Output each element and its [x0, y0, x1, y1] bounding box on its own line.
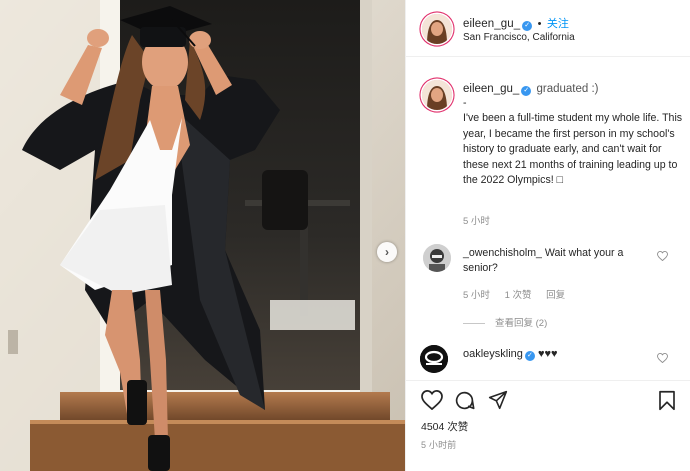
author-line: eileen_gu_ ✓ • 关注: [463, 15, 569, 31]
follow-button[interactable]: 关注: [547, 18, 569, 30]
post-header: eileen_gu_ ✓ • 关注 San Francisco, Californ…: [406, 0, 690, 57]
avatar-image: [423, 244, 451, 272]
comment-icon[interactable]: [454, 390, 475, 411]
replies-divider: [463, 322, 485, 324]
avatar-image: [422, 14, 452, 44]
comment-time: 5 小时: [463, 290, 490, 301]
comment-username[interactable]: _owenchisholm_: [463, 247, 542, 259]
caption-action: graduated :): [536, 83, 599, 95]
heart-icon[interactable]: [657, 251, 668, 261]
post-detail-panel: eileen_gu_ ✓ • 关注 San Francisco, Californ…: [405, 0, 690, 471]
comment-text: ♥♥♥: [537, 348, 558, 360]
author-username[interactable]: eileen_gu_: [463, 18, 520, 30]
author-avatar[interactable]: [422, 14, 452, 44]
oakley-logo-icon: [420, 345, 448, 373]
comment-meta: 5 小时 1 次赞 回复: [463, 287, 577, 301]
verified-badge-icon: ✓: [521, 86, 532, 96]
verified-badge-icon: ✓: [524, 351, 535, 361]
post-timestamp: 5 小时前: [421, 440, 457, 450]
comment-likes[interactable]: 1 次赞: [505, 290, 532, 301]
commenter-avatar[interactable]: [420, 345, 448, 373]
caption-avatar[interactable]: [422, 80, 452, 110]
send-icon[interactable]: [488, 390, 508, 410]
view-replies-label: 查看回复 (2): [495, 318, 548, 329]
likes-count[interactable]: 4504 次赞: [421, 419, 468, 434]
comment-username[interactable]: oakleyskling: [463, 348, 523, 360]
carousel-next-button[interactable]: ›: [377, 242, 397, 262]
verified-badge-icon: ✓: [522, 21, 533, 31]
chevron-right-icon: ›: [385, 245, 389, 259]
heart-icon[interactable]: [421, 390, 443, 410]
avatar-image: [422, 80, 452, 110]
caption-username[interactable]: eileen_gu_: [463, 83, 519, 95]
graduation-photo-illustration: [0, 0, 405, 471]
separator-dot: •: [537, 18, 542, 30]
post-actions: 4504 次赞 5 小时前: [406, 380, 690, 471]
bookmark-icon[interactable]: [658, 390, 676, 411]
commenter-avatar[interactable]: [423, 244, 451, 272]
caption-time: 5 小时: [463, 216, 490, 227]
comment-body: _owenchisholm_ Wait what your a senior?: [463, 246, 648, 276]
post-location[interactable]: San Francisco, California: [463, 32, 575, 43]
caption-text: - I've been a full-time student my whole…: [463, 97, 683, 187]
heart-icon[interactable]: [657, 353, 668, 363]
view-replies-button[interactable]: 查看回复 (2): [463, 315, 547, 329]
reply-button[interactable]: 回复: [546, 290, 565, 301]
comment-body: oakleyskling ✓ ♥♥♥: [463, 348, 558, 361]
caption-header: eileen_gu_ ✓ graduated :): [463, 83, 599, 96]
post-photo[interactable]: ›: [0, 0, 405, 471]
